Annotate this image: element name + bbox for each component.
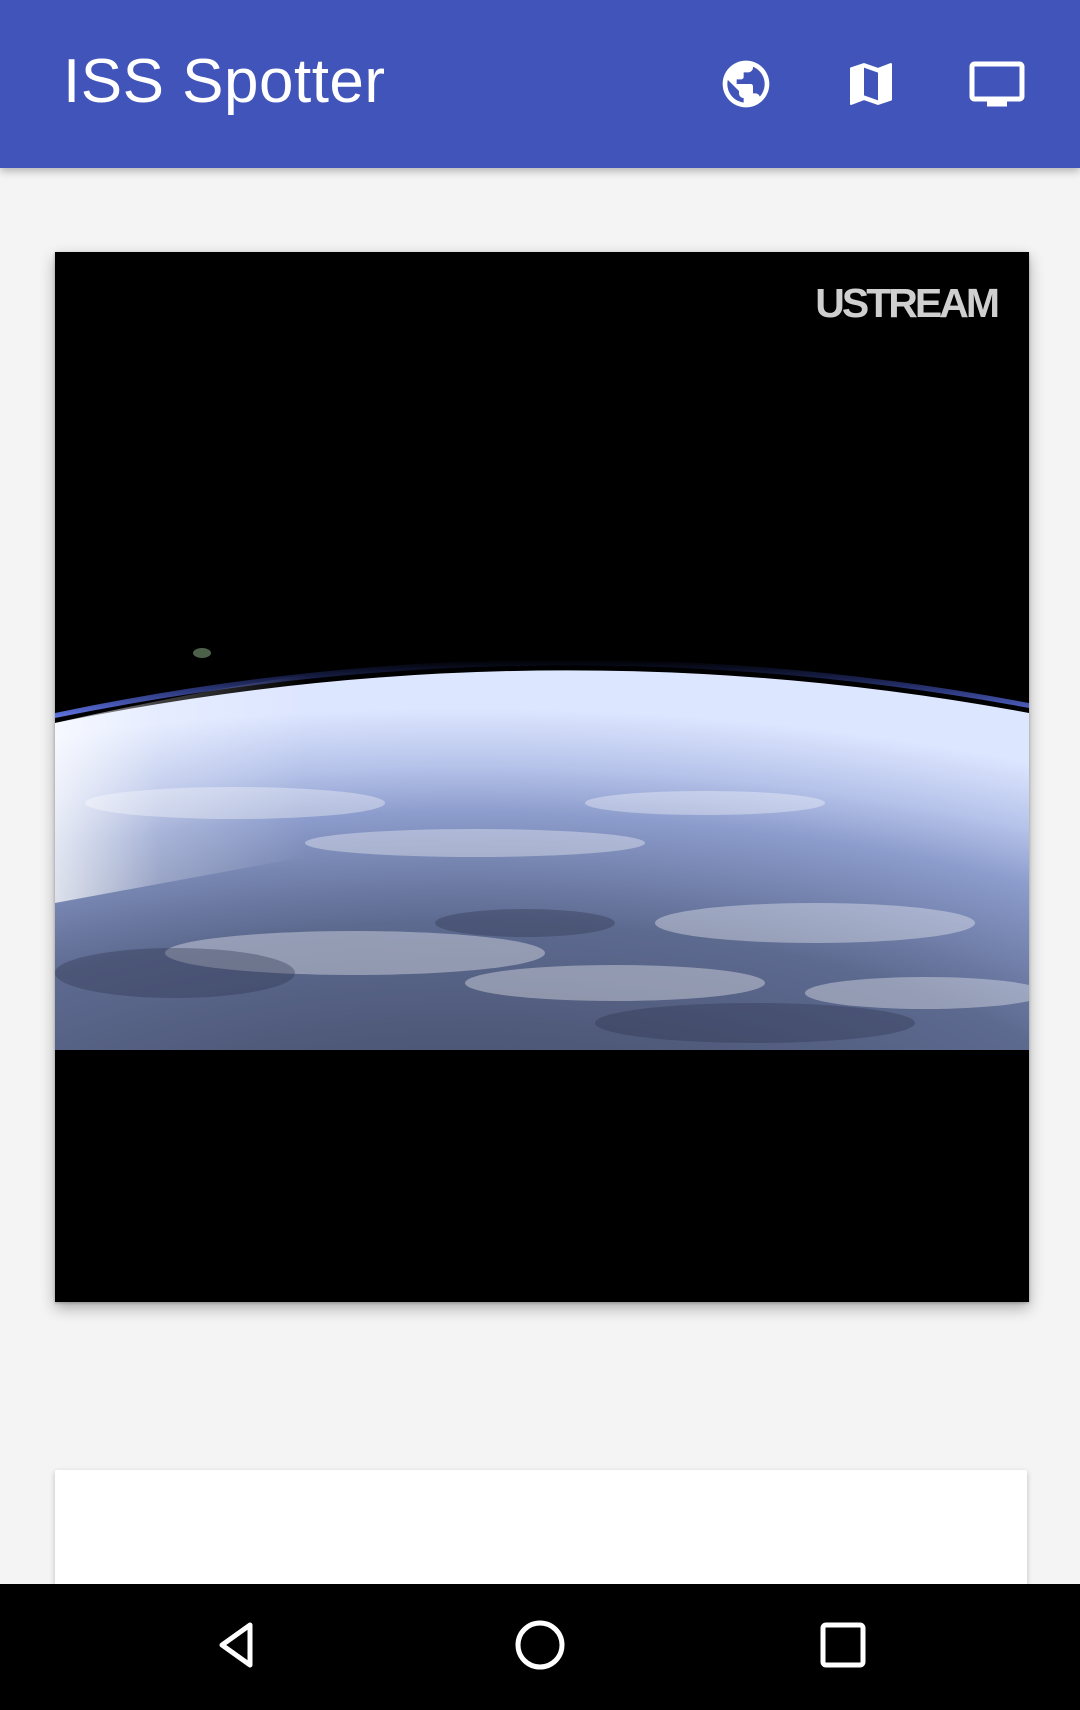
tv-button[interactable] — [957, 44, 1037, 124]
tv-icon — [967, 54, 1027, 114]
system-navigation-bar — [0, 1584, 1080, 1710]
map-button[interactable] — [831, 44, 911, 124]
app-bar: ISS Spotter — [0, 0, 1080, 168]
home-button[interactable] — [498, 1605, 582, 1689]
content-area: USTREAM — [0, 168, 1080, 1584]
live-video-player[interactable]: USTREAM — [55, 252, 1029, 1302]
back-triangle-icon — [206, 1615, 266, 1680]
recents-square-icon — [813, 1615, 873, 1680]
back-button[interactable] — [194, 1605, 278, 1689]
earth-video-frame — [55, 503, 1029, 1050]
map-icon — [843, 56, 899, 112]
app-title: ISS Spotter — [63, 47, 386, 116]
info-card — [55, 1470, 1027, 1584]
earth-from-orbit-image — [55, 503, 1029, 1050]
recents-button[interactable] — [801, 1605, 885, 1689]
ustream-watermark: USTREAM — [815, 280, 1000, 326]
globe-icon — [718, 56, 774, 112]
home-circle-icon — [510, 1615, 570, 1680]
globe-button[interactable] — [706, 44, 786, 124]
